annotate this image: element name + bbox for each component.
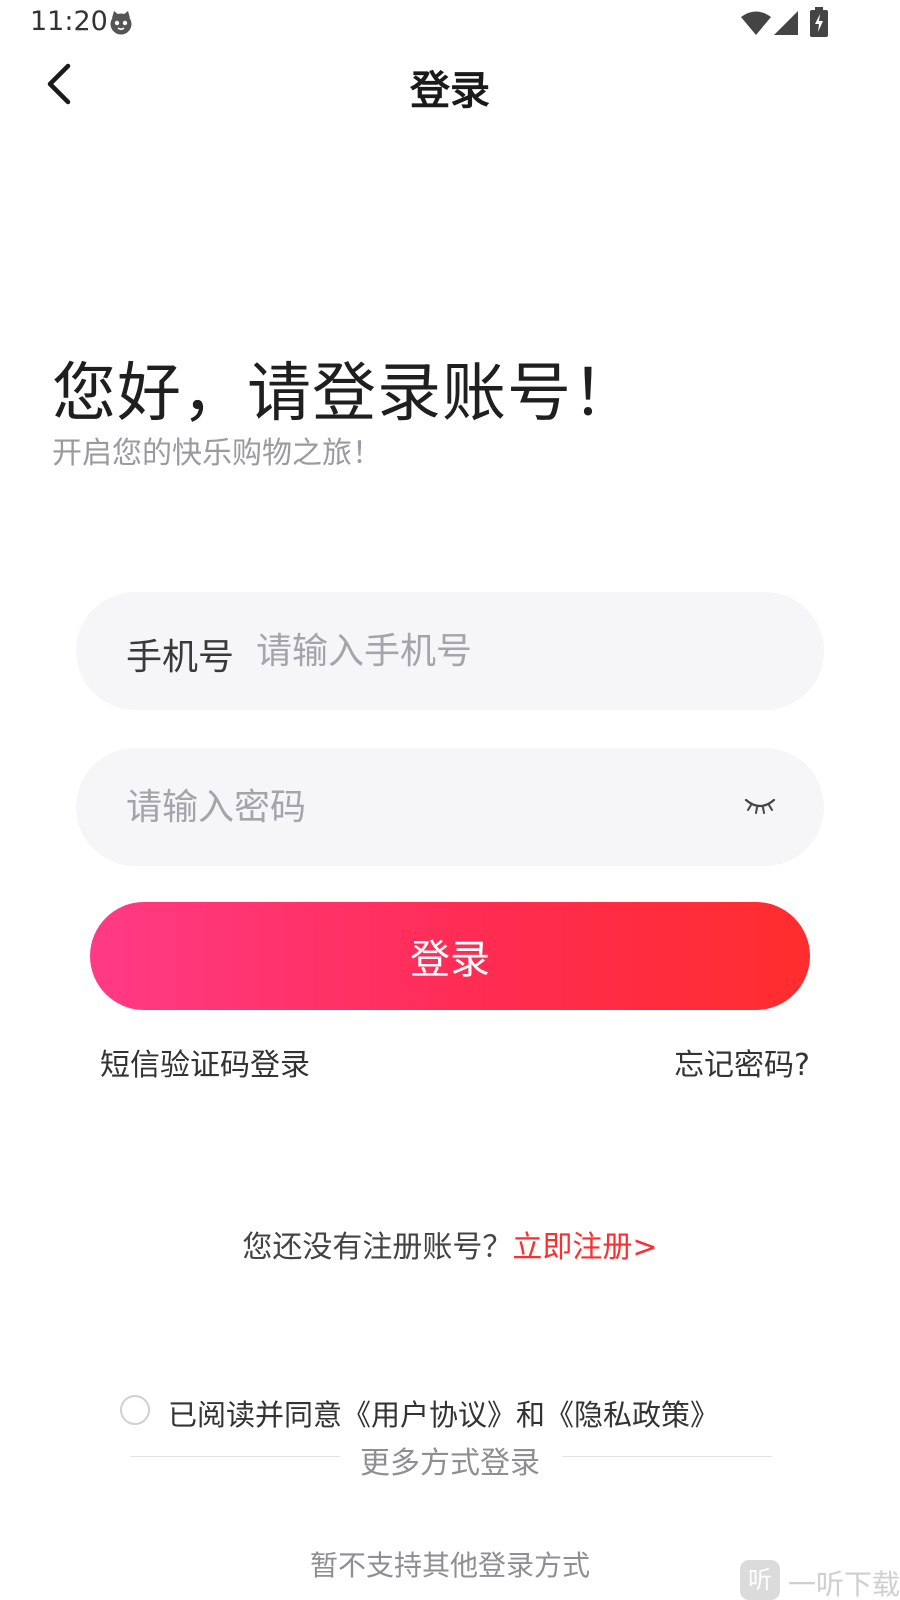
agreement-checkbox[interactable]: [120, 1395, 150, 1425]
register-link[interactable]: 立即注册>: [512, 1230, 657, 1265]
register-row: 您还没有注册账号？立即注册>: [0, 1222, 900, 1266]
forgot-password-link[interactable]: 忘记密码?: [674, 1040, 810, 1084]
watermark-logo: 听: [740, 1560, 780, 1600]
page-title: 登录: [410, 68, 490, 114]
phone-input[interactable]: [256, 620, 776, 682]
status-time: 11:20: [30, 6, 108, 37]
divider-right: [562, 1456, 772, 1457]
battery-charging-icon: [810, 7, 828, 37]
register-prompt: 您还没有注册账号？: [242, 1230, 513, 1265]
watermark: 听 一听下载: [740, 1560, 900, 1600]
sms-login-link[interactable]: 短信验证码登录: [100, 1040, 310, 1084]
eye-closed-icon[interactable]: [742, 792, 778, 820]
phone-field: 手机号: [76, 592, 824, 710]
wifi-icon: [741, 11, 771, 35]
password-input[interactable]: [126, 776, 726, 838]
cell-signal-icon: [774, 11, 798, 35]
nav-bar: 登录: [0, 46, 900, 126]
watermark-text: 一听下载: [788, 1568, 900, 1600]
phone-label: 手机号: [126, 637, 235, 678]
status-bar: 11:20: [0, 0, 900, 46]
greeting-title: 您好，请登录账号！: [52, 357, 637, 431]
more-login-title: 更多方式登录: [360, 1446, 540, 1481]
cat-face-icon: [110, 11, 132, 35]
password-field: [76, 748, 824, 866]
greeting-subtitle: 开启您的快乐购物之旅！: [52, 436, 382, 471]
login-screen: 11:20 登录 您好，请登录账号！ 开启您的快乐购物之旅！ 手机号 请输入手机…: [0, 0, 900, 1600]
login-button[interactable]: 登录: [90, 902, 810, 1010]
agreement-text[interactable]: 已阅读并同意《用户协议》和《隐私政策》: [168, 1392, 719, 1434]
